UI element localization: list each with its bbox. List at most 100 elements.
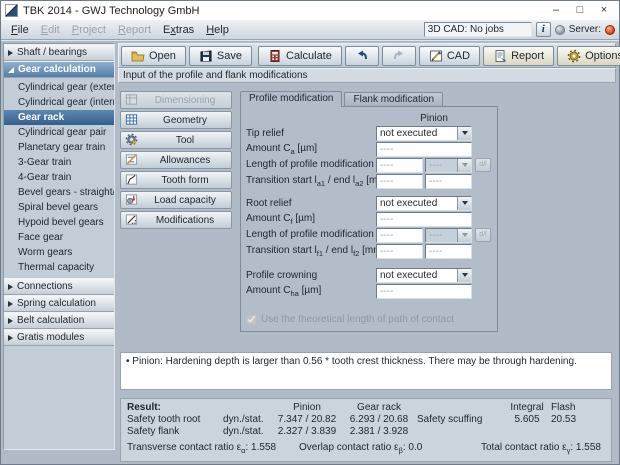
- collapsed-arrow-icon: [8, 317, 13, 324]
- server-status-led: [605, 24, 615, 35]
- result-col-integral: Integral: [510, 402, 544, 413]
- menu-file[interactable]: File: [5, 22, 35, 38]
- menu-extras[interactable]: Extras: [157, 22, 200, 38]
- sidebar-item-hypoid-bevel-gears[interactable]: Hypoid bevel gears: [4, 215, 114, 230]
- sidebar-group-connections[interactable]: Connections: [4, 278, 114, 295]
- geometry-button[interactable]: Geometry: [120, 111, 232, 129]
- minimize-button[interactable]: –: [545, 3, 567, 18]
- dimensioning-button: Dimensioning: [120, 91, 232, 109]
- cad-info-button[interactable]: i: [535, 22, 551, 37]
- sidebar-item-bevel-gears[interactable]: Bevel gears - straight/helical: [4, 185, 114, 200]
- dropdown-arrow-icon: [457, 158, 471, 172]
- result-title: Result:: [127, 402, 161, 413]
- sidebar-group-shaft-bearings[interactable]: Shaft / bearings: [4, 44, 114, 61]
- collapsed-arrow-icon: [8, 300, 13, 307]
- root-transition-end-input[interactable]: [425, 243, 472, 259]
- transverse-contact-ratio: Transverse contact ratio εα: 1.558: [127, 442, 277, 455]
- tab-flank-modification[interactable]: Flank modification: [344, 92, 444, 107]
- maximize-button[interactable]: □: [569, 3, 591, 18]
- tool-gear-icon: [125, 133, 139, 147]
- section-nav: Dimensioning Geometry Tool Allowances To…: [120, 91, 232, 346]
- result-row-label: Safety tooth root: [127, 414, 201, 425]
- menu-report: Report: [117, 23, 151, 36]
- result-col-flash: Flash: [551, 402, 576, 413]
- root-transition-label: Transition start lf1 / end lf2 [mm]: [246, 244, 376, 258]
- root-relief-label: Root relief: [246, 197, 292, 209]
- tip-relief-select[interactable]: not executed: [376, 125, 472, 141]
- modifications-button[interactable]: Modifications: [120, 211, 232, 229]
- report-button[interactable]: Report: [483, 45, 555, 66]
- sidebar-group-belt-calculation[interactable]: Belt calculation: [4, 312, 114, 329]
- cad-status-field: 3D CAD: No jobs: [423, 22, 532, 37]
- result-col-pinion: Pinion: [293, 402, 321, 413]
- menubar: File Edit Project Report Extras Help 3D …: [1, 20, 619, 40]
- open-button[interactable]: Open: [121, 45, 186, 66]
- root-length-input[interactable]: [376, 227, 423, 243]
- dropdown-arrow-icon[interactable]: [457, 268, 471, 282]
- redo-arrow-icon: [392, 49, 406, 63]
- crowning-amount-input[interactable]: [376, 283, 472, 299]
- tip-transition-end-input[interactable]: [425, 173, 472, 189]
- sidebar-item-worm-gears[interactable]: Worm gears: [4, 245, 114, 260]
- theoretical-length-label: Use the theoretical length of path of co…: [261, 313, 454, 325]
- root-amount-label: Amount Cf [µm]: [246, 212, 315, 226]
- menu-edit: Edit: [40, 23, 60, 36]
- allowances-button[interactable]: Allowances: [120, 151, 232, 169]
- tip-transition-start-input[interactable]: [376, 173, 423, 189]
- options-gear-icon: [567, 49, 581, 63]
- tab-profile-modification[interactable]: Profile modification: [240, 91, 343, 107]
- undo-arrow-icon: [355, 49, 369, 63]
- app-window: TBK 2014 - GWJ Technology GmbH – □ × Fil…: [0, 0, 620, 465]
- profile-modification-panel: Pinion Tip relief not executed Amount Ca…: [240, 106, 498, 332]
- tool-button[interactable]: Tool: [120, 131, 232, 149]
- sidebar-item-face-gear[interactable]: Face gear: [4, 230, 114, 245]
- close-button[interactable]: ×: [593, 3, 615, 18]
- cad-button[interactable]: CAD: [418, 45, 481, 66]
- window-title: TBK 2014 - GWJ Technology GmbH: [23, 4, 200, 17]
- tip-length-label: Length of profile modification la [mm]: [246, 158, 376, 170]
- infobar-text: Input of the profile and flank modificat…: [123, 70, 308, 81]
- dropdown-arrow-icon[interactable]: [457, 126, 471, 140]
- sidebar-item-cylindrical-gear-pair[interactable]: Cylindrical gear pair: [4, 125, 114, 140]
- sidebar-item-planetary-gear-train[interactable]: Planetary gear train: [4, 140, 114, 155]
- root-amount-input[interactable]: [376, 211, 472, 227]
- profile-crowning-select[interactable]: not executed: [376, 267, 472, 283]
- sidebar-item-thermal-capacity[interactable]: Thermal capacity: [4, 260, 114, 275]
- modification-tabzone: Profile modification Flank modification …: [240, 91, 498, 346]
- sidebar-group-spring-calculation[interactable]: Spring calculation: [4, 295, 114, 312]
- calculate-button[interactable]: Calculate: [258, 45, 342, 66]
- save-button[interactable]: Save: [188, 45, 252, 66]
- tip-length-input[interactable]: [376, 157, 423, 173]
- menu-help[interactable]: Help: [200, 22, 235, 38]
- sidebar-item-cylindrical-gear-external[interactable]: Cylindrical gear (external): [4, 80, 114, 95]
- root-relief-select[interactable]: not executed: [376, 195, 472, 211]
- load-capacity-button[interactable]: Load capacity: [120, 191, 232, 209]
- tooth-form-curve-icon: [125, 173, 139, 187]
- warning-text: • Pinion: Hardening depth is larger than…: [126, 356, 577, 367]
- sidebar-group-gratis-modules[interactable]: Gratis modules: [4, 329, 114, 346]
- root-length-mode-select: ----: [425, 227, 472, 243]
- sidebar-item-spiral-bevel-gears[interactable]: Spiral bevel gears: [4, 200, 114, 215]
- sidebar-item-gear-rack[interactable]: Gear rack: [4, 110, 114, 125]
- sidebar-item-4-gear-train[interactable]: 4-Gear train: [4, 170, 114, 185]
- theoretical-length-checkbox: [246, 313, 257, 325]
- options-button[interactable]: Options: [557, 45, 620, 66]
- sidebar-group-gear-calculation[interactable]: Gear calculation: [4, 61, 114, 78]
- menu-project: Project: [71, 23, 106, 36]
- collapsed-arrow-icon: [8, 334, 13, 341]
- undo-button[interactable]: [344, 45, 379, 66]
- sidebar-item-cylindrical-gear-internal[interactable]: Cylindrical gear (internal): [4, 95, 114, 110]
- length-diameter-toggle-button: d/l: [475, 158, 491, 172]
- module-sidebar: Shaft / bearings Gear calculation Cylind…: [3, 43, 115, 450]
- sidebar-item-3-gear-train[interactable]: 3-Gear train: [4, 155, 114, 170]
- root-transition-start-input[interactable]: [376, 243, 423, 259]
- tip-amount-input[interactable]: [376, 141, 472, 157]
- allowances-icon: [125, 153, 139, 167]
- dropdown-arrow-icon: [457, 228, 471, 242]
- tooth-form-button[interactable]: Tooth form: [120, 171, 232, 189]
- crowning-amount-label: Amount Cha [µm]: [246, 284, 322, 298]
- pinion-column-header: Pinion: [420, 112, 448, 124]
- dropdown-arrow-icon[interactable]: [457, 196, 471, 210]
- overlap-contact-ratio: Overlap contact ratio εβ: 0.0: [299, 442, 423, 455]
- calculator-icon: [268, 49, 282, 63]
